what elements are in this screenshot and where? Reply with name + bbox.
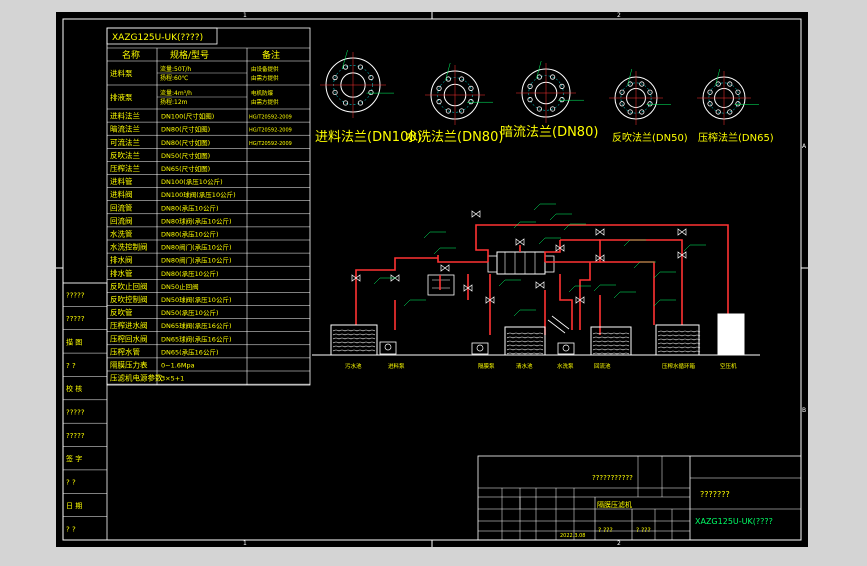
spec-row-spec: DN80(尺寸如图) <box>161 125 210 134</box>
title-block-title: ??????????? <box>592 474 633 482</box>
spec-row-spec: 3×5+1 <box>161 375 184 383</box>
spec-row-spec: DN50止回阀 <box>161 282 199 291</box>
spec-row-spec: DN100(尺寸如图) <box>161 112 214 121</box>
spec-row-spec: DN80(承压10公斤) <box>161 203 218 212</box>
spec-row-name: 反吹控制阀 <box>110 294 148 304</box>
equipment-label: 隔膜泵 <box>478 362 495 370</box>
spec-row-name: 反吹法兰 <box>110 150 140 160</box>
spec-row-spec: DN65球阀(承压16公斤) <box>161 321 231 330</box>
equipment-label: 空压机 <box>720 362 737 370</box>
spec-row-spec: 0~1.6Mpa <box>161 361 195 369</box>
spec-row-spec: DN80球阀(承压10公斤) <box>161 216 231 225</box>
spec-row-name: 进料泵 <box>110 68 133 78</box>
spec-row-name: 进料法兰 <box>110 111 140 121</box>
equipment-label: 进料泵 <box>388 362 405 370</box>
spec-row-name: 压滤机电源参数 <box>110 373 163 383</box>
equipment-label: 压榨水循环箱 <box>662 362 696 370</box>
equipment-label: 回流池 <box>594 362 611 370</box>
header-name: 名称 <box>122 49 140 61</box>
spec-row-name: 回流阀 <box>110 215 133 225</box>
flange-label-3: 暗流法兰(DN80) <box>500 125 598 140</box>
equipment-label: 水洗泵 <box>557 362 574 370</box>
cad-drawing: 1 2 1 2 A B ??????????描 图? ?校 核?????????… <box>56 12 808 547</box>
spec-row-name: 隔膜压力表 <box>110 359 148 369</box>
spec-row-name: 反吹止回阀 <box>110 281 148 291</box>
margin-label: 校 核 <box>66 384 82 393</box>
spec-row-spec: DN65球阀(承压16公斤) <box>161 334 231 343</box>
margin-label: ????? <box>66 292 85 300</box>
spec-row-spec: DN80(尺寸如图) <box>161 138 210 147</box>
spec-row-name: 压榨回水阀 <box>110 333 148 343</box>
margin-label: ????? <box>66 432 85 440</box>
border-marker-top-2: 2 <box>617 12 621 19</box>
border-marker-bottom-1: 1 <box>243 540 247 547</box>
margin-label: ????? <box>66 409 85 417</box>
border-marker-bottom-2: 2 <box>617 540 621 547</box>
flange-label-2: 水洗法兰(DN80) <box>405 130 503 145</box>
spec-row-spec: DN50(尺寸如图) <box>161 151 210 160</box>
spec-row-name: 排水管 <box>110 268 133 278</box>
spec-row-note: 由设备提供 <box>251 65 279 73</box>
header-spec: 规格/型号 <box>170 49 209 61</box>
title-block-code: XAZG125U-UK(???? <box>695 517 773 526</box>
title-block-company: ??????? <box>700 490 730 499</box>
spec-row-spec: DN80(承压10公斤) <box>161 269 218 278</box>
spec-row-spec2: 扬程:12m <box>160 98 188 106</box>
spec-row-spec: 流量:50T/h <box>160 65 191 73</box>
flange-label-5: 压榨法兰(DN65) <box>698 131 774 144</box>
border-marker-right-B: B <box>802 407 806 414</box>
spec-row-name: 压榨法兰 <box>110 163 140 173</box>
title-block-material: 隔膜压滤机 <box>597 500 632 509</box>
header-note: 备注 <box>262 49 280 61</box>
spec-row-name: 进料阀 <box>110 189 133 199</box>
spec-row-spec: DN80阀门(承压10公斤) <box>161 243 231 252</box>
spec-row-note2: 由需方提供 <box>251 98 279 106</box>
spec-row-name: 压榨水管 <box>110 346 140 356</box>
spec-row-note: HG/T20592-2009 <box>249 141 292 147</box>
margin-label: ? ? <box>66 362 76 370</box>
spec-row-spec: DN80阀门(承压10公斤) <box>161 256 231 265</box>
spec-row-name: 排液泵 <box>110 92 133 102</box>
spec-row-spec: DN100(承压10公斤) <box>161 177 223 186</box>
spec-row-name: 排水阀 <box>110 255 133 265</box>
spec-row-name: 压榨进水阀 <box>110 320 148 330</box>
title-block-mark2: ? ??? <box>636 527 651 534</box>
spec-row-note: 电机防爆 <box>251 89 274 97</box>
equipment-label: 清水池 <box>516 362 533 370</box>
drawing-code-header: XAZG125U-UK(????) <box>112 33 203 43</box>
spec-row-name: 进料管 <box>110 176 133 186</box>
margin-label: 描 图 <box>66 337 82 346</box>
spec-row-note: HG/T20592-2009 <box>249 128 292 134</box>
spec-row-name: 可流法兰 <box>110 137 140 147</box>
spec-row-note2: 由需方提供 <box>251 74 279 82</box>
spec-row-name: 回流管 <box>110 202 133 212</box>
spec-row-name: 水洗管 <box>110 228 133 238</box>
margin-label: ? ? <box>66 479 76 487</box>
margin-label: ? ? <box>66 525 76 533</box>
equipment-label: 污水池 <box>345 362 362 370</box>
spec-row-spec2: 扬程:60℃ <box>160 74 189 82</box>
spec-row-note: HG/T20592-2009 <box>249 115 292 121</box>
spec-row-spec: 流量:4m³/h <box>160 89 192 97</box>
spec-row-name: 水洗控制阀 <box>110 242 148 252</box>
margin-label: 签 字 <box>66 454 82 463</box>
title-block-date: 2022.3.08 <box>560 533 585 539</box>
border-marker-top-1: 1 <box>243 12 247 19</box>
spec-row-name: 暗流法兰 <box>110 124 140 134</box>
air-compressor <box>717 313 745 356</box>
spec-row-spec: DN50球阀(承压10公斤) <box>161 295 231 304</box>
spec-row-spec: DN50(承压10公斤) <box>161 308 218 317</box>
spec-row-spec: DN80(承压10公斤) <box>161 229 218 238</box>
spec-row-spec: DN100球阀(承压10公斤) <box>161 190 236 199</box>
margin-label: 日 期 <box>66 502 82 510</box>
spec-row-spec: DN65(尺寸如图) <box>161 164 210 173</box>
margin-label: ????? <box>66 315 85 323</box>
cad-viewport: 1 2 1 2 A B ?????????? 描 图? ? 校 核?????????… <box>0 0 867 562</box>
flange-label-4: 反吹法兰(DN50) <box>612 131 688 144</box>
spec-row-name: 反吹管 <box>110 307 133 317</box>
spec-row-spec: DN65(承压16公斤) <box>161 347 218 356</box>
title-block-mark1: ? ??? <box>598 527 613 534</box>
